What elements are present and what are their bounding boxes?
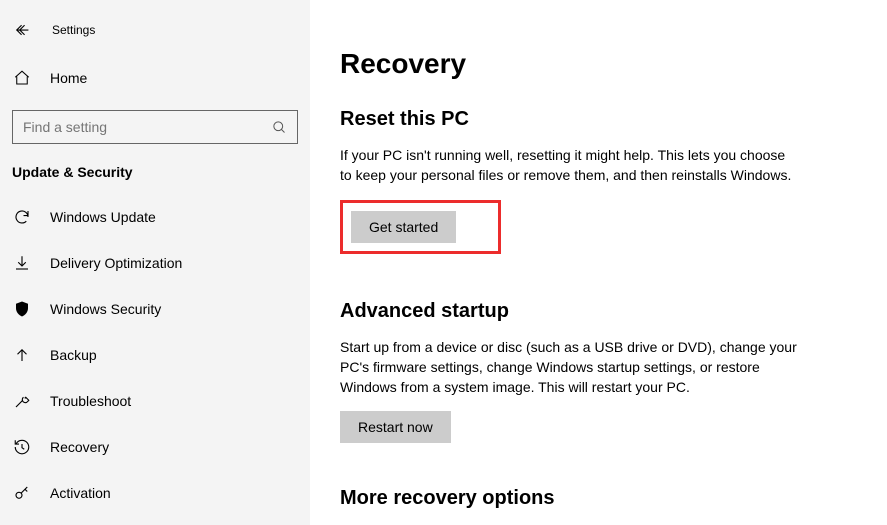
section-advanced: Advanced startup Start up from a device … — [340, 300, 857, 444]
nav-item-delivery-optimization[interactable]: Delivery Optimization — [0, 240, 310, 286]
arrow-up-icon — [12, 345, 32, 365]
nav-label: Activation — [50, 485, 111, 501]
nav-label: Windows Update — [50, 209, 156, 225]
nav-label: Backup — [50, 347, 97, 363]
nav-item-windows-security[interactable]: Windows Security — [0, 286, 310, 332]
download-icon — [12, 253, 32, 273]
nav-item-recovery[interactable]: Recovery — [0, 424, 310, 470]
category-label: Update & Security — [0, 158, 310, 194]
nav-list: Windows Update Delivery Optimization Win… — [0, 194, 310, 516]
home-nav[interactable]: Home — [0, 56, 310, 100]
advanced-heading: Advanced startup — [340, 300, 857, 323]
page-title: Recovery — [340, 48, 857, 80]
home-icon — [12, 68, 32, 88]
shield-icon — [12, 299, 32, 319]
nav-item-activation[interactable]: Activation — [0, 470, 310, 516]
back-button[interactable] — [10, 18, 34, 42]
get-started-button[interactable]: Get started — [351, 211, 456, 243]
more-heading: More recovery options — [340, 487, 857, 510]
history-icon — [12, 437, 32, 457]
reset-heading: Reset this PC — [340, 108, 857, 131]
header-row: Settings — [0, 10, 310, 50]
search-input[interactable] — [23, 119, 247, 135]
arrow-left-icon — [13, 21, 31, 39]
nav-item-backup[interactable]: Backup — [0, 332, 310, 378]
sidebar: Settings Home Update & Security Windows … — [0, 0, 310, 525]
nav-item-troubleshoot[interactable]: Troubleshoot — [0, 378, 310, 424]
highlight-frame: Get started — [340, 200, 501, 254]
wrench-icon — [12, 391, 32, 411]
nav-item-windows-update[interactable]: Windows Update — [0, 194, 310, 240]
search-box[interactable] — [12, 110, 298, 144]
sync-icon — [12, 207, 32, 227]
key-icon — [12, 483, 32, 503]
advanced-body: Start up from a device or disc (such as … — [340, 337, 800, 398]
nav-label: Delivery Optimization — [50, 255, 182, 271]
reset-body: If your PC isn't running well, resetting… — [340, 145, 800, 186]
section-more: More recovery options — [340, 487, 857, 510]
restart-now-button[interactable]: Restart now — [340, 411, 451, 443]
nav-label: Troubleshoot — [50, 393, 131, 409]
content-area: Recovery Reset this PC If your PC isn't … — [310, 0, 887, 525]
settings-title: Settings — [52, 23, 95, 37]
nav-label: Recovery — [50, 439, 109, 455]
search-icon — [272, 120, 287, 135]
home-label: Home — [50, 70, 87, 86]
section-reset: Reset this PC If your PC isn't running w… — [340, 108, 857, 300]
nav-label: Windows Security — [50, 301, 161, 317]
